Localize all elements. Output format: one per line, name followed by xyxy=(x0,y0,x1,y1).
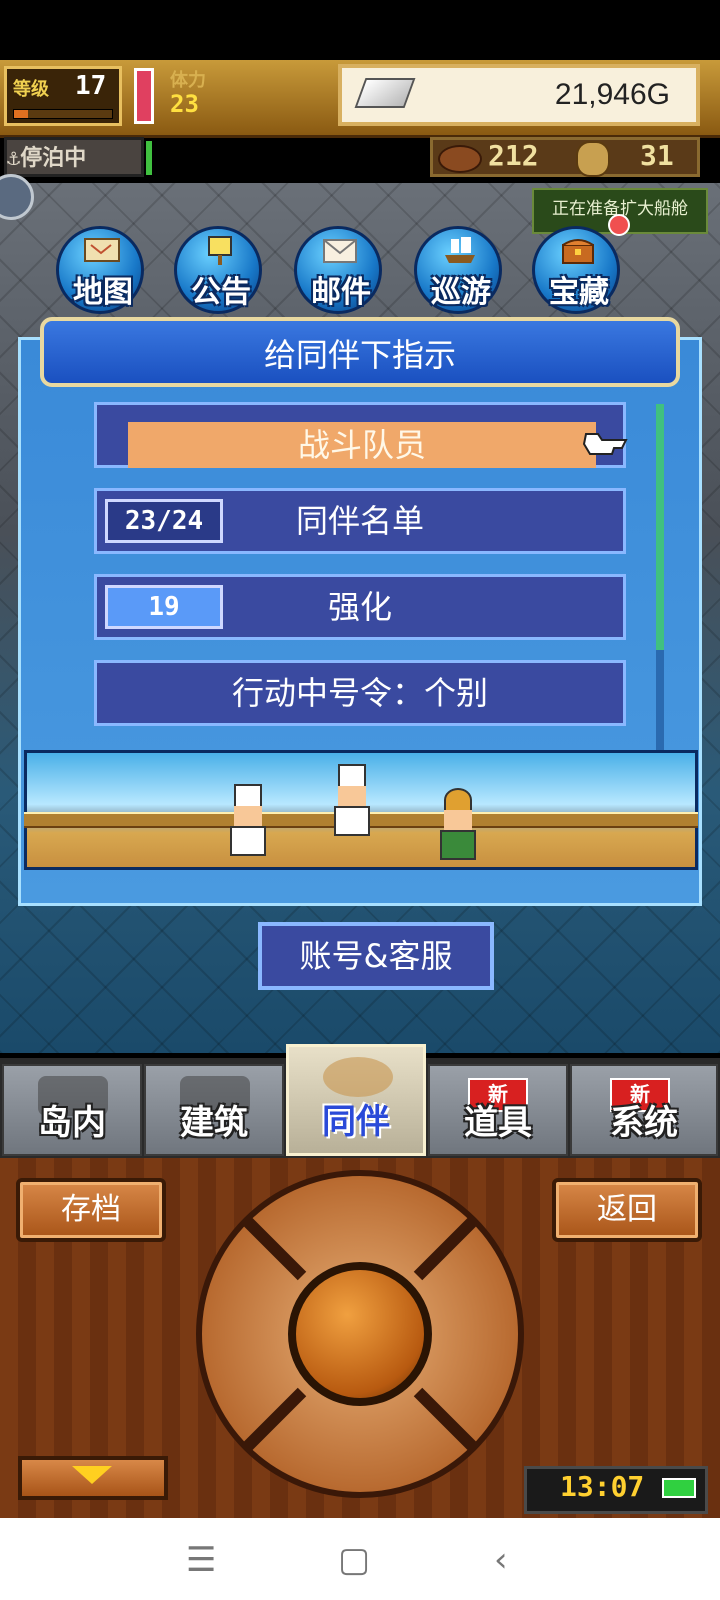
medal-value: 31 xyxy=(640,139,674,172)
home-icon[interactable]: ▢ xyxy=(338,1540,370,1580)
crew-member-chef xyxy=(226,784,270,858)
crew-member-adventurer xyxy=(436,788,480,862)
cruise-label: 巡游 xyxy=(431,275,491,310)
anchor-indicator xyxy=(146,141,152,175)
level-label: 等级 xyxy=(13,79,49,100)
tab-companions[interactable]: 同伴 xyxy=(286,1044,426,1156)
tab-construction-label: 建筑 xyxy=(180,1103,248,1143)
option-companion-list-label: 同伴名单 xyxy=(295,502,424,540)
option-companion-list[interactable]: 23/24 同伴名单 xyxy=(94,488,626,554)
anchor-status[interactable]: ⚓停泊中 xyxy=(4,137,144,177)
stamina-value: 23 xyxy=(170,90,199,118)
tab-construction[interactable]: 建筑 xyxy=(144,1064,284,1156)
option-battle-members-label: 战斗队员 xyxy=(297,426,426,464)
menu-icon[interactable]: ☰ xyxy=(186,1540,216,1580)
pointing-hand-icon xyxy=(582,433,628,455)
back-button[interactable]: 返回 xyxy=(552,1178,702,1242)
save-button[interactable]: 存档 xyxy=(16,1178,166,1242)
gold-value: 21,946G xyxy=(554,78,670,111)
level-value: 17 xyxy=(75,71,107,101)
notice-label: 公告 xyxy=(191,275,251,310)
treasure-button[interactable]: 宝藏 xyxy=(532,226,620,314)
treasure-chest-icon xyxy=(562,239,594,264)
account-service-button[interactable]: 账号&客服 xyxy=(258,922,494,990)
top-hud: 等级 17 体力 23 21,946G xyxy=(0,60,720,138)
treasure-label: 宝藏 xyxy=(549,275,609,310)
tab-system[interactable]: 新 系统 xyxy=(570,1064,718,1156)
tab-island[interactable]: 岛内 xyxy=(2,1064,142,1156)
companions-icon xyxy=(323,1057,393,1097)
ship-icon xyxy=(445,237,475,263)
level-progress-fill xyxy=(14,110,28,118)
confirm-button[interactable] xyxy=(288,1262,432,1406)
tab-system-label: 系统 xyxy=(610,1103,678,1143)
battery-icon xyxy=(662,1478,696,1498)
down-arrow-icon xyxy=(72,1466,112,1484)
stamina-label: 体力 xyxy=(170,70,206,91)
mail-label: 邮件 xyxy=(311,275,371,310)
mail-icon xyxy=(323,239,357,263)
dialog-scrollbar-thumb[interactable] xyxy=(656,404,664,650)
map-icon xyxy=(84,238,120,262)
back-icon[interactable]: ‹ xyxy=(494,1540,508,1580)
wood-value: 212 xyxy=(488,139,539,172)
option-enhance-label: 强化 xyxy=(327,588,392,626)
option-action-orders-label: 行动中号令：个别 xyxy=(231,674,488,712)
wood-icon xyxy=(438,145,482,173)
resource-row: ⚓停泊中 212 31 xyxy=(0,135,720,183)
cruise-button[interactable]: 巡游 xyxy=(414,226,502,314)
medal-icon xyxy=(576,141,610,177)
tab-island-label: 岛内 xyxy=(38,1103,106,1143)
anchor-icon: ⚓ xyxy=(7,146,21,171)
game-clock: 13:07 xyxy=(560,1470,645,1503)
map-button[interactable]: 地图 xyxy=(56,226,144,314)
option-action-orders[interactable]: 行动中号令：个别 xyxy=(94,660,626,726)
level-progress-bar xyxy=(13,109,113,119)
option-enhance[interactable]: 19 强化 xyxy=(94,574,626,640)
map-label: 地图 xyxy=(73,275,133,310)
stamina-gauge xyxy=(134,68,154,124)
notice-button[interactable]: 公告 xyxy=(174,226,262,314)
level-panel: 等级 17 xyxy=(4,66,122,126)
anchor-status-label: 停泊中 xyxy=(20,146,87,171)
dialog-title: 给同伴下指示 xyxy=(263,336,456,374)
tab-items-label: 道具 xyxy=(464,1103,532,1143)
notice-board-icon xyxy=(208,236,232,265)
tab-companions-label: 同伴 xyxy=(322,1102,390,1142)
crew-member-chef xyxy=(330,764,374,838)
tab-items[interactable]: 新 道具 xyxy=(428,1064,568,1156)
notification-dot xyxy=(608,214,630,236)
status-bar xyxy=(0,0,720,60)
mail-button[interactable]: 邮件 xyxy=(294,226,382,314)
